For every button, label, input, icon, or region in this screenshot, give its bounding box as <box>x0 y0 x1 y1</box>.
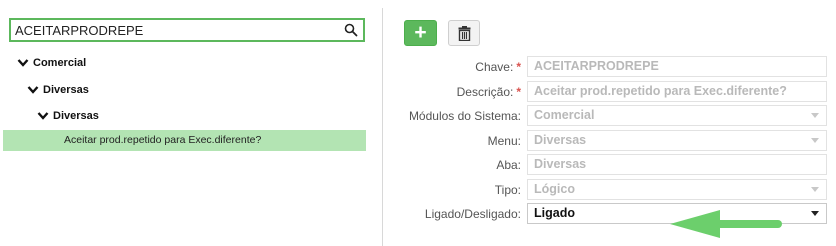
dropdown-caret-icon <box>811 113 819 118</box>
modulos-label: Módulos do Sistema: <box>408 109 521 123</box>
dropdown-caret-icon <box>811 211 819 216</box>
dropdown-caret-icon <box>811 138 819 143</box>
aba-label: Aba: <box>496 158 521 172</box>
menu-value: Diversas <box>534 133 587 147</box>
modulos-value: Comercial <box>534 108 595 122</box>
trash-icon <box>458 26 471 41</box>
aba-value: Diversas <box>534 157 587 171</box>
tree-node-label: Diversas <box>53 110 99 122</box>
plus-icon: + <box>414 21 427 44</box>
descricao-value: Aceitar prod.repetido para Exec.diferent… <box>534 84 787 98</box>
delete-button[interactable] <box>448 20 480 46</box>
tree-leaf-label: Aceitar prod.repetido para Exec.diferent… <box>64 134 262 146</box>
modulos-select[interactable]: Comercial <box>527 105 827 126</box>
ligado-value: Ligado <box>534 206 575 220</box>
search-box[interactable] <box>9 18 365 42</box>
descricao-field[interactable]: Aceitar prod.repetido para Exec.diferent… <box>527 81 827 102</box>
required-marker: * <box>516 85 521 99</box>
required-marker: * <box>516 60 521 74</box>
tree-node-label: Comercial <box>33 57 87 69</box>
tree-leaf-selected[interactable]: Aceitar prod.repetido para Exec.diferent… <box>3 130 366 151</box>
add-button[interactable]: + <box>404 20 437 46</box>
chevron-down-icon <box>37 112 49 120</box>
tipo-select[interactable]: Lógico <box>527 179 827 200</box>
chevron-down-icon <box>17 59 29 67</box>
chave-value: ACEITARPRODREPE <box>534 59 659 73</box>
tipo-label: Tipo: <box>494 183 521 197</box>
aba-field[interactable]: Diversas <box>527 154 827 175</box>
tree-node-diversas-sub[interactable]: Diversas <box>37 110 99 122</box>
chave-field[interactable]: ACEITARPRODREPE <box>527 56 827 77</box>
annotation-arrow-icon <box>670 210 782 238</box>
search-icon[interactable] <box>344 23 358 37</box>
tree-node-label: Diversas <box>43 84 89 96</box>
menu-select[interactable]: Diversas <box>527 130 827 151</box>
tree-node-diversas[interactable]: Diversas <box>27 84 89 96</box>
ligado-label: Ligado/Desligado: <box>424 207 521 221</box>
tipo-value: Lógico <box>534 182 575 196</box>
search-input[interactable] <box>15 22 335 39</box>
tree-node-comercial[interactable]: Comercial <box>17 57 86 69</box>
menu-label: Menu: <box>487 134 521 148</box>
chevron-down-icon <box>27 86 39 94</box>
chave-label: Chave: * <box>475 60 521 74</box>
panel-divider <box>382 8 383 246</box>
descricao-label: Descrição: * <box>456 85 521 99</box>
dropdown-caret-icon <box>811 187 819 192</box>
